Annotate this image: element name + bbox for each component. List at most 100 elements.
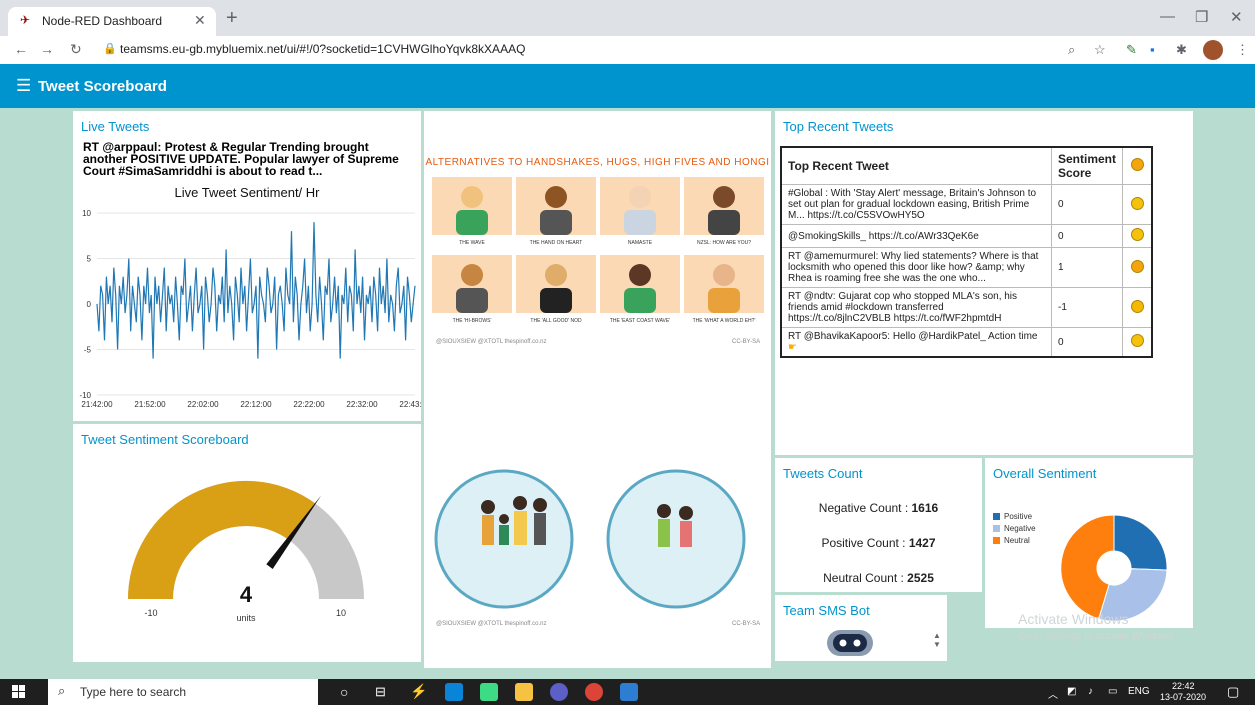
panel-caption: NZSL: HOW ARE YOU?	[697, 240, 751, 246]
table-row: RT @BhavikaKapoor5: Hello @HardikPatel_ …	[780, 327, 1153, 358]
sentiment-donut-chart	[1060, 514, 1168, 622]
illustration-license-2: CC-BY-SA	[732, 621, 761, 627]
bookmark-star-icon[interactable]: ☆	[1094, 42, 1106, 58]
cortana-icon[interactable]: ○	[340, 684, 348, 700]
team-bot-card: Team SMS Bot ▲ ▼	[775, 595, 947, 661]
score-cell: 1	[1050, 247, 1124, 288]
x-tick-label: 21:42:00	[81, 400, 113, 409]
person-head	[713, 186, 735, 208]
score-cell: 0	[1050, 327, 1124, 358]
window-close-icon[interactable]: ✕	[1230, 8, 1243, 26]
person-body	[624, 210, 656, 235]
notification-icon[interactable]: ▢	[1227, 684, 1239, 700]
gauge-max: 10	[336, 608, 346, 618]
chat-extension-icon[interactable]: ▪	[1150, 42, 1155, 57]
battery-icon[interactable]: ▭	[1108, 686, 1117, 697]
restore-icon[interactable]: ❐	[1195, 8, 1208, 26]
x-tick-label: 22:22:00	[293, 400, 325, 409]
person-head	[629, 264, 651, 286]
chrome-icon[interactable]	[585, 683, 603, 701]
panel-caption: THE 'HI-BROWS'	[453, 318, 492, 324]
x-tick-label: 22:32:00	[346, 400, 378, 409]
close-tab-icon[interactable]: ✕	[194, 12, 206, 29]
illustration-card: ALTERNATIVES TO HANDSHAKES, HUGS, HIGH F…	[424, 111, 771, 668]
y-tick-label: -5	[84, 346, 92, 355]
person-body	[624, 288, 656, 313]
person-head	[461, 264, 483, 286]
header-score: Sentiment Score	[1050, 146, 1124, 185]
language-indicator[interactable]: ENG	[1128, 686, 1150, 697]
tweet-cell: RT @amemurmurel: Why lied statements? Wh…	[780, 247, 1052, 288]
series-line	[96, 222, 416, 359]
illustration-credit: @SIOUXSIEW @XTOTL thespinoff.co.nz	[436, 339, 547, 345]
person-body	[708, 210, 740, 235]
panel-caption: THE WAVE	[459, 240, 485, 246]
edge-icon[interactable]	[445, 683, 463, 701]
bot-icon[interactable]	[775, 595, 947, 661]
top-tweets-title: Top Recent Tweets	[783, 119, 894, 134]
person-body	[708, 288, 740, 313]
browser-tab[interactable]: ✈ Node-RED Dashboard ✕	[8, 7, 216, 36]
person-body	[456, 288, 488, 313]
lock-icon: 🔒	[103, 43, 117, 55]
neutral-count: Neutral Count : 2525	[823, 571, 934, 585]
photos-icon[interactable]	[620, 683, 638, 701]
tweet-text: RT @BhavikaKapoor5: Hello @HardikPatel_ …	[788, 331, 1038, 342]
new-tab-icon[interactable]: +	[226, 7, 238, 30]
hamburger-icon[interactable]: ☰	[16, 76, 31, 96]
windows-start-icon[interactable]	[12, 685, 25, 698]
top-tweets-card: Top Recent Tweets Top Recent Tweet Senti…	[775, 111, 1193, 455]
x-tick-label: 22:12:00	[240, 400, 272, 409]
panel-caption: THE HAND ON HEART	[530, 240, 583, 246]
sentiment-gauge: 4 units -10 10	[127, 480, 364, 623]
clock-date[interactable]: 13-07-2020	[1160, 692, 1206, 702]
sentiment-line-chart: 10 5 0 -5 -1021:42:00 21:52:00 22:02:00 22:12:0…	[79, 209, 421, 409]
puzzle-icon[interactable]: ✱	[1176, 42, 1187, 58]
neutral-emoji-icon	[1122, 327, 1153, 358]
person-body	[540, 210, 572, 235]
extension-icon[interactable]: ✎	[1126, 42, 1137, 58]
love-emoji-icon	[1122, 247, 1153, 288]
table-row: @SmokingSkills_ https://t.co/AWr33QeK6e …	[780, 224, 1153, 248]
person-head	[545, 264, 567, 286]
activate-windows-watermark: Activate Windows	[1018, 611, 1129, 627]
avatar[interactable]	[1203, 40, 1223, 60]
x-tick-label: 22:43:00	[399, 400, 421, 409]
x-tick-label: 22:02:00	[187, 400, 219, 409]
address-bar: ← → ↻ 🔒 teamsms.eu-gb.mybluemix.net/ui/#…	[0, 36, 1255, 65]
app-icon[interactable]	[550, 683, 568, 701]
table-row: RT @ndtv: Gujarat cop who stopped MLA's …	[780, 287, 1153, 328]
live-tweets-card: Live Tweets RT @arppaul: Protest & Regul…	[73, 111, 421, 421]
tray-chevron-icon[interactable]: ︿	[1048, 686, 1058, 701]
clock-time[interactable]: 22:42	[1172, 681, 1195, 691]
network-icon[interactable]: ◩	[1067, 686, 1076, 697]
volume-icon[interactable]: ♪	[1088, 686, 1093, 697]
panel-caption: NAMASTE	[628, 240, 653, 246]
donut-slice-positive	[1113, 514, 1168, 571]
top-tweets-table: Top Recent Tweet Sentiment Score #Global…	[780, 146, 1153, 358]
scroll-arrows-icon[interactable]: ▲ ▼	[933, 631, 941, 649]
person-head	[545, 186, 567, 208]
tweet-cell: @SmokingSkills_ https://t.co/AWr33QeK6e	[780, 224, 1052, 248]
vscode-icon[interactable]: ⚡	[410, 683, 428, 701]
positive-count: Positive Count : 1427	[821, 536, 936, 550]
back-icon[interactable]: ←	[14, 41, 28, 57]
task-view-icon[interactable]: ⊟	[375, 684, 386, 700]
url-input[interactable]: teamsms.eu-gb.mybluemix.net/ui/#!/0?sock…	[120, 42, 525, 56]
score-cell: 0	[1050, 224, 1124, 248]
table-row: RT @amemurmurel: Why lied statements? Wh…	[780, 247, 1153, 288]
minimize-icon[interactable]: —	[1160, 8, 1175, 25]
taskbar-search[interactable]: ⌕ Type here to search	[48, 679, 318, 705]
reload-icon[interactable]: ↻	[70, 41, 82, 58]
y-tick-label: 10	[82, 209, 91, 218]
tongue-out-emoji-icon	[1122, 146, 1153, 185]
file-explorer-icon[interactable]	[515, 683, 533, 701]
android-studio-icon[interactable]	[480, 683, 498, 701]
tweet-cell: RT @ndtv: Gujarat cop who stopped MLA's …	[780, 287, 1052, 328]
pointing-hand-icon: ☛	[788, 342, 797, 353]
forward-icon[interactable]: →	[40, 41, 54, 57]
menu-dots-icon[interactable]: ⋮	[1236, 42, 1249, 58]
person-head	[461, 186, 483, 208]
zoom-icon[interactable]: ⌕	[1068, 42, 1075, 58]
search-placeholder: Type here to search	[80, 685, 187, 699]
